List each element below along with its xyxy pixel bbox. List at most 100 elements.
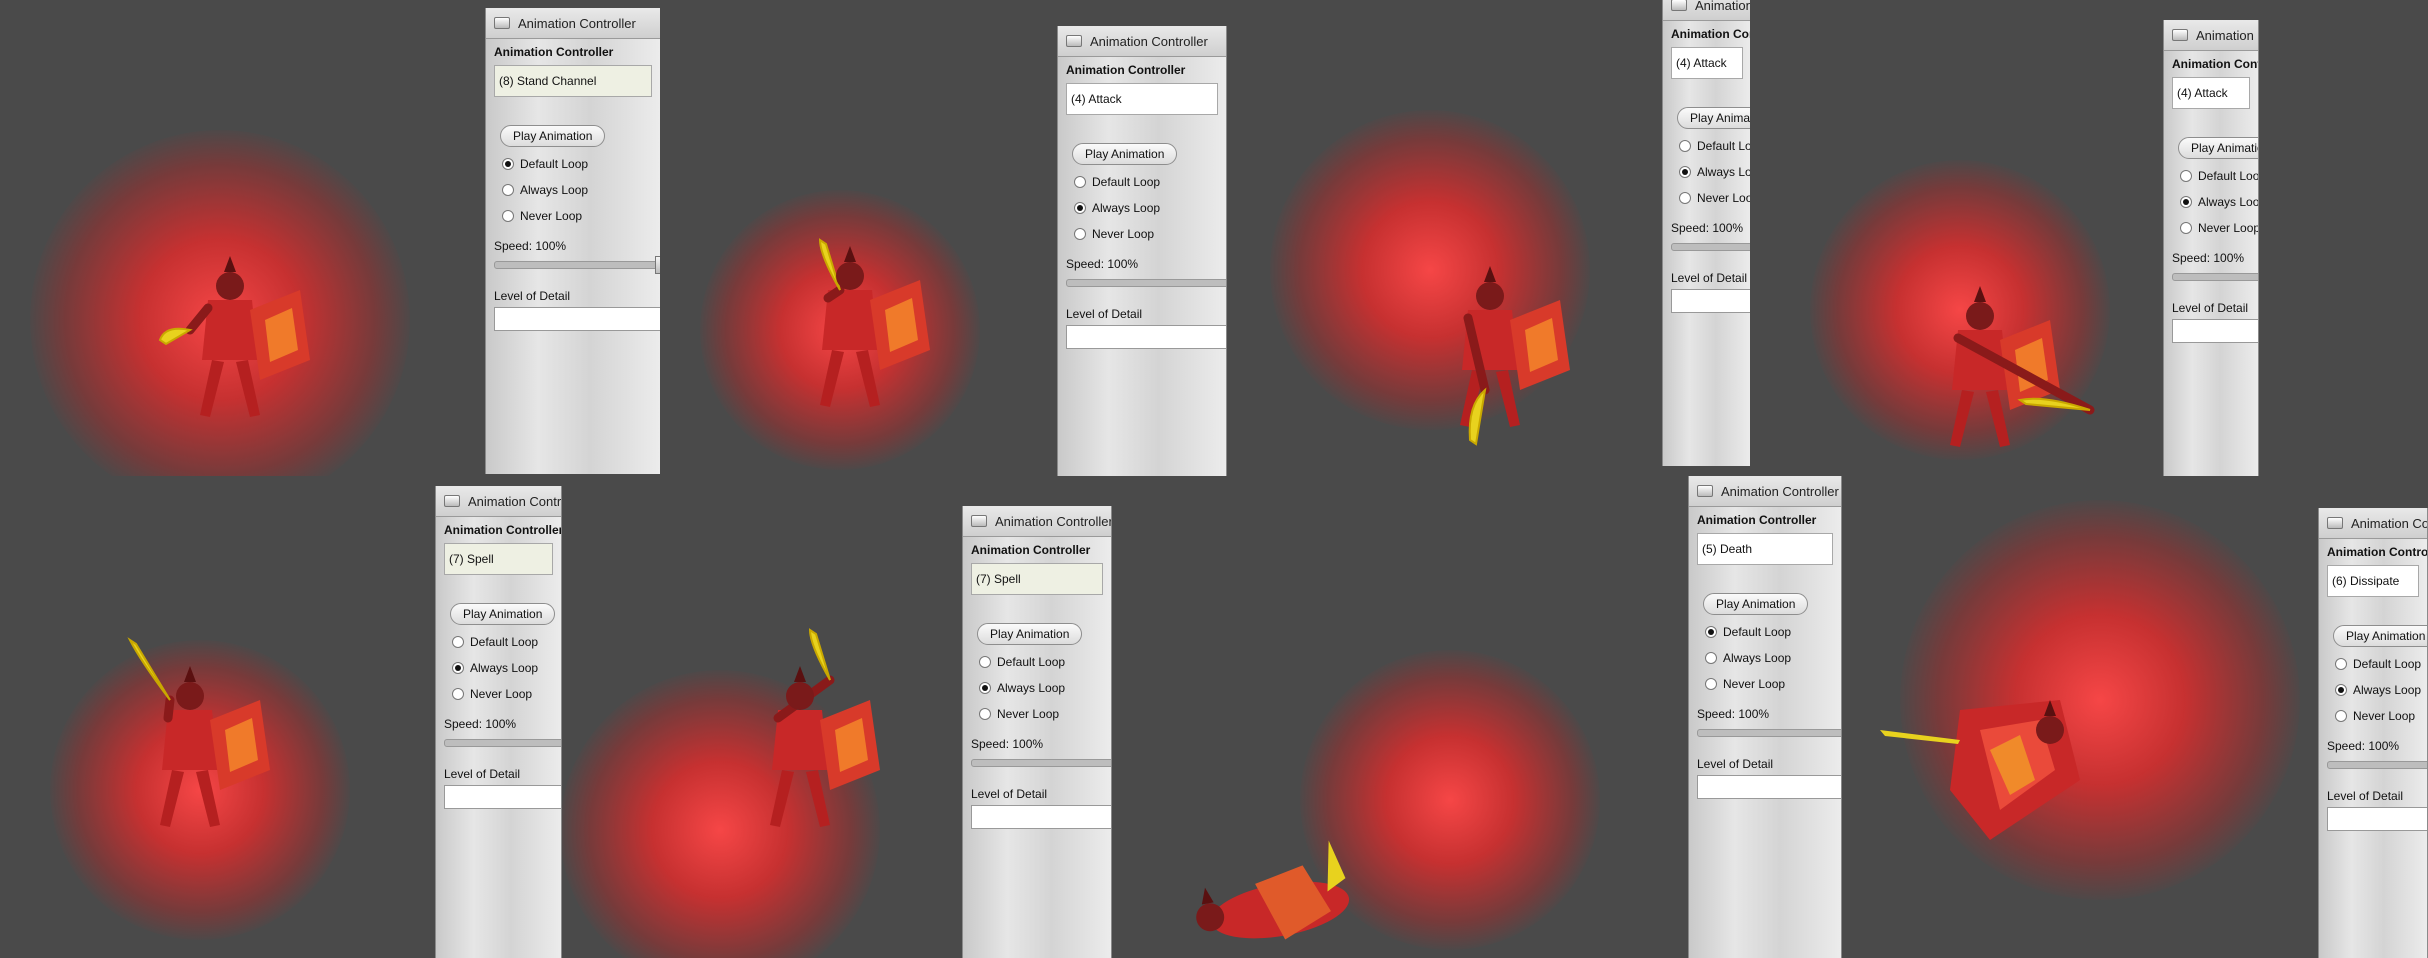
speed-slider[interactable] <box>971 759 1111 767</box>
animation-select[interactable]: (4) Attack <box>2172 77 2250 109</box>
loop-option-default-loop[interactable]: Default Loop <box>2180 167 2258 185</box>
speed-slider[interactable] <box>1066 279 1226 287</box>
animation-select[interactable]: (4) Attack <box>1671 47 1743 79</box>
play-animation-button[interactable]: Play Animation <box>1072 143 1178 165</box>
animation-select[interactable]: (4) Attack <box>1066 83 1218 115</box>
loop-option-always-loop[interactable]: Always Loop <box>1679 163 1751 181</box>
radio-button[interactable] <box>1679 166 1691 178</box>
level-of-detail-field[interactable] <box>2172 319 2258 343</box>
loop-option-label: Never Loop <box>1723 677 1786 691</box>
loop-option-default-loop[interactable]: Default Loop <box>2335 655 2421 673</box>
loop-option-always-loop[interactable]: Always Loop <box>502 181 652 199</box>
window-icon <box>1671 0 1687 11</box>
level-of-detail-field[interactable] <box>971 805 1111 829</box>
level-of-detail-field[interactable] <box>494 307 660 331</box>
speed-slider[interactable] <box>1671 243 1751 251</box>
loop-option-always-loop[interactable]: Always Loop <box>2180 193 2258 211</box>
loop-option-always-loop[interactable]: Always Loop <box>1705 649 1833 667</box>
hero-figure-wrap <box>1150 760 1410 958</box>
loop-option-always-loop[interactable]: Always Loop <box>452 659 553 677</box>
radio-button[interactable] <box>979 708 991 720</box>
loop-option-never-loop[interactable]: Never Loop <box>1074 225 1218 243</box>
loop-option-default-loop[interactable]: Default Loop <box>1705 623 1833 641</box>
loop-option-never-loop[interactable]: Never Loop <box>979 705 1103 723</box>
level-of-detail-field[interactable] <box>1671 289 1751 313</box>
play-animation-button[interactable]: Play Animation <box>1703 593 1809 615</box>
window-titlebar[interactable]: Animation Controller <box>1058 26 1226 57</box>
window-titlebar[interactable]: Animation Controller <box>963 506 1111 537</box>
play-animation-button[interactable]: Play Animation <box>450 603 556 625</box>
loop-option-never-loop[interactable]: Never Loop <box>502 207 652 225</box>
radio-button[interactable] <box>979 656 991 668</box>
play-animation-button[interactable]: Play Animation <box>2333 625 2427 647</box>
speed-slider[interactable] <box>1697 729 1841 737</box>
level-of-detail-field[interactable] <box>2327 807 2427 831</box>
animation-select[interactable]: (6) Dissipate <box>2327 565 2419 597</box>
radio-button[interactable] <box>452 688 464 700</box>
animation-select[interactable]: (7) Spell <box>444 543 553 575</box>
loop-option-default-loop[interactable]: Default Loop <box>1074 173 1218 191</box>
loop-option-label: Never Loop <box>520 209 583 223</box>
window-titlebar[interactable]: Animation Controller <box>2164 20 2258 51</box>
loop-option-label: Always Loop <box>2198 195 2259 209</box>
level-of-detail-field[interactable] <box>444 785 561 809</box>
hero-figure <box>770 628 880 827</box>
speed-slider[interactable] <box>2172 273 2258 281</box>
radio-button[interactable] <box>2335 684 2347 696</box>
speed-slider[interactable] <box>2327 761 2427 769</box>
loop-option-always-loop[interactable]: Always Loop <box>979 679 1103 697</box>
play-animation-button[interactable]: Play Animation <box>2178 137 2258 159</box>
panel-header: Animation Controller <box>2172 57 2258 71</box>
radio-button[interactable] <box>2335 658 2347 670</box>
radio-button[interactable] <box>1679 192 1691 204</box>
panel-body: Animation Controller (4) Attack Play Anima… <box>1663 21 1751 319</box>
radio-button[interactable] <box>1705 678 1717 690</box>
radio-button[interactable] <box>1074 176 1086 188</box>
play-animation-button[interactable]: Play Animation <box>977 623 1083 645</box>
radio-button[interactable] <box>979 682 991 694</box>
loop-option-default-loop[interactable]: Default Loop <box>502 155 652 173</box>
panel-body: Animation Controller (8) Stand Channel Pla… <box>486 39 660 337</box>
speed-label: Speed: 100% <box>1697 707 1770 721</box>
radio-button[interactable] <box>452 636 464 648</box>
animation-select[interactable]: (7) Spell <box>971 563 1103 595</box>
radio-button[interactable] <box>1074 228 1086 240</box>
hero-figure-wrap <box>670 610 930 855</box>
level-of-detail-field[interactable] <box>1066 325 1226 349</box>
radio-button[interactable] <box>1705 626 1717 638</box>
radio-button[interactable] <box>502 184 514 196</box>
radio-button[interactable] <box>1679 140 1691 152</box>
radio-button[interactable] <box>1705 652 1717 664</box>
animation-select[interactable]: (5) Death <box>1697 533 1833 565</box>
loop-option-default-loop[interactable]: Default Loop <box>452 633 553 651</box>
loop-option-never-loop[interactable]: Never Loop <box>452 685 553 703</box>
play-animation-button[interactable]: Play Animation <box>500 125 606 147</box>
loop-option-default-loop[interactable]: Default Loop <box>979 653 1103 671</box>
loop-option-never-loop[interactable]: Never Loop <box>2335 707 2419 725</box>
radio-button[interactable] <box>2180 196 2192 208</box>
window-titlebar[interactable]: Animation Controller <box>436 486 561 517</box>
radio-button[interactable] <box>502 210 514 222</box>
loop-option-never-loop[interactable]: Never Loop <box>2180 219 2258 237</box>
radio-button[interactable] <box>502 158 514 170</box>
animation-select[interactable]: (8) Stand Channel <box>494 65 652 97</box>
level-of-detail-field[interactable] <box>1697 775 1841 799</box>
loop-option-default-loop[interactable]: Default Loop <box>1679 137 1751 155</box>
play-animation-button[interactable]: Play Animation <box>1677 107 1751 129</box>
window-titlebar[interactable]: Animation Controller <box>1663 0 1751 21</box>
speed-slider[interactable] <box>494 256 660 274</box>
loop-option-never-loop[interactable]: Never Loop <box>1705 675 1833 693</box>
radio-button[interactable] <box>2180 170 2192 182</box>
loop-option-never-loop[interactable]: Never Loop <box>1679 189 1751 207</box>
window-titlebar[interactable]: Animation Controller <box>1689 476 1841 507</box>
radio-button[interactable] <box>452 662 464 674</box>
loop-option-always-loop[interactable]: Always Loop <box>1074 199 1218 217</box>
window-titlebar[interactable]: Animation Controller <box>486 8 660 39</box>
radio-button[interactable] <box>2180 222 2192 234</box>
speed-slider[interactable] <box>444 739 561 747</box>
radio-button[interactable] <box>2335 710 2347 722</box>
window-titlebar[interactable]: Animation Controller <box>2319 508 2427 539</box>
hero-figure <box>158 256 310 417</box>
loop-option-always-loop[interactable]: Always Loop <box>2335 681 2421 699</box>
radio-button[interactable] <box>1074 202 1086 214</box>
